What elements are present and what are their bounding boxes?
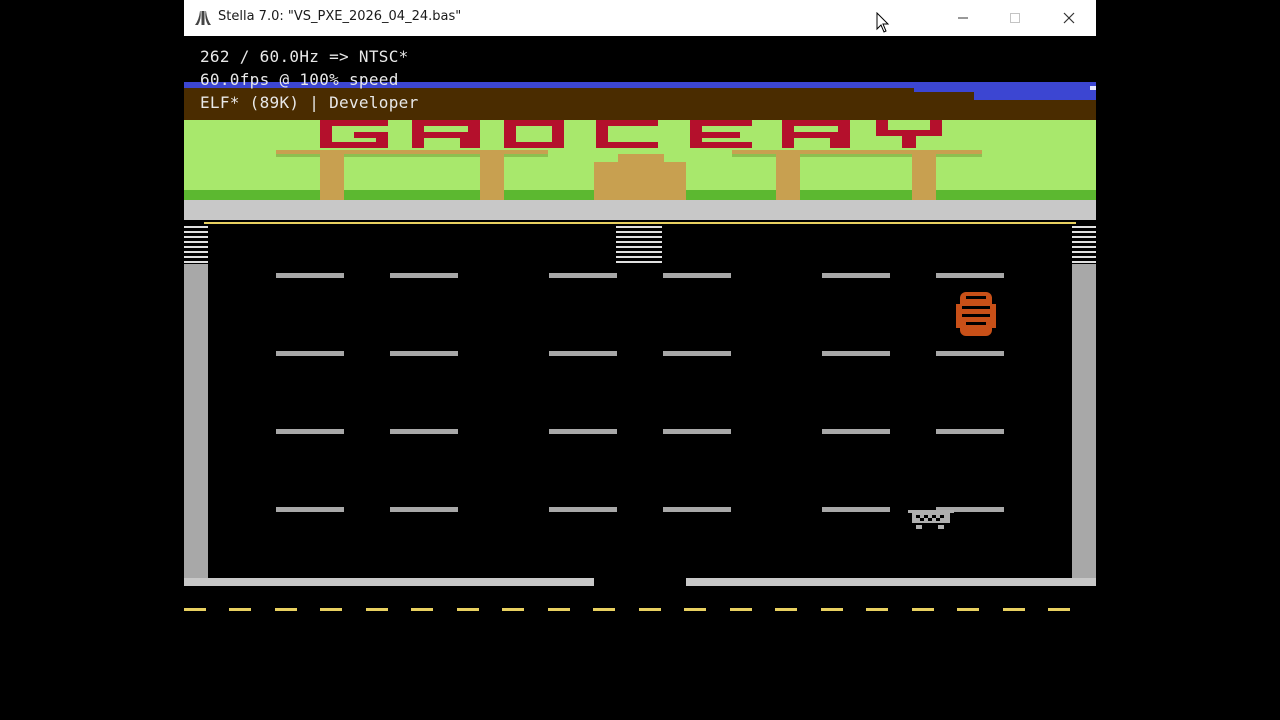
shelf	[549, 351, 617, 356]
shelf	[390, 273, 458, 278]
maximize-icon	[1010, 13, 1020, 23]
road-dash	[275, 608, 297, 611]
shelf	[276, 351, 344, 356]
minimize-icon	[958, 17, 968, 19]
road-dash	[912, 608, 934, 611]
osd-line-cart-info: ELF* (89K) | Developer	[200, 93, 419, 112]
shelf	[390, 429, 458, 434]
road-dash	[730, 608, 752, 611]
shelf	[276, 273, 344, 278]
player-sprite	[956, 292, 996, 336]
left-entry-stripes	[184, 226, 208, 264]
right-entry-stripes	[1072, 226, 1096, 264]
road-dash	[457, 608, 479, 611]
game-screen[interactable]: 262 / 60.0Hz => NTSC* 60.0fps @ 100% spe…	[184, 36, 1096, 720]
road-dash	[957, 608, 979, 611]
grocery-sign	[320, 118, 960, 150]
left-wall	[184, 264, 208, 578]
pillar	[776, 154, 800, 200]
road-dash	[684, 608, 706, 611]
store-door	[594, 162, 686, 200]
shelf	[663, 429, 731, 434]
road-dash	[639, 608, 661, 611]
sidewalk	[184, 200, 1096, 220]
shelf	[390, 507, 458, 512]
shelf	[822, 429, 890, 434]
shelf	[663, 273, 731, 278]
pillar	[912, 154, 936, 200]
store-threshold	[204, 222, 1076, 224]
road-dash	[866, 608, 888, 611]
shopping-cart	[908, 510, 954, 530]
road-dash	[366, 608, 388, 611]
shelf	[936, 429, 1004, 434]
shelf	[549, 507, 617, 512]
sign-beam-right-shadow	[732, 154, 982, 157]
right-wall	[1072, 264, 1096, 578]
title-bar[interactable]: Stella 7.0: "VS_PXE_2026_04_24.bas"	[184, 0, 1096, 37]
osd-line-speed: 60.0fps @ 100% speed	[200, 70, 399, 89]
grocery-sign-art	[320, 120, 942, 148]
player-shopper	[952, 290, 1000, 338]
shelf	[276, 429, 344, 434]
road-dash	[548, 608, 570, 611]
pillar	[480, 154, 504, 200]
shelf	[936, 351, 1004, 356]
door-top	[618, 154, 664, 162]
road-dash	[184, 608, 206, 611]
stella-window: Stella 7.0: "VS_PXE_2026_04_24.bas" 262 …	[184, 0, 1096, 720]
road-dash	[502, 608, 524, 611]
road-dash	[593, 608, 615, 611]
road-dash	[320, 608, 342, 611]
roof-slope	[914, 92, 974, 100]
close-button[interactable]	[1046, 0, 1092, 36]
road-dash	[821, 608, 843, 611]
roof-highlight	[1090, 86, 1096, 90]
osd-line-frame-rate: 262 / 60.0Hz => NTSC*	[200, 47, 409, 66]
pillar	[320, 154, 344, 200]
shelf	[549, 429, 617, 434]
road-dash	[775, 608, 797, 611]
bottom-wall-right	[686, 578, 1096, 586]
bottom-wall-left	[184, 578, 594, 586]
window-title: Stella 7.0: "VS_PXE_2026_04_24.bas"	[218, 9, 462, 24]
shelf	[936, 273, 1004, 278]
road-dash	[1003, 608, 1025, 611]
minimize-button[interactable]	[940, 0, 986, 36]
close-icon	[1063, 12, 1075, 24]
sign-beam-left-shadow	[276, 154, 548, 157]
shelf	[390, 351, 458, 356]
shelf	[822, 351, 890, 356]
checkout-stripes	[616, 226, 662, 266]
shelf	[663, 351, 731, 356]
road-dash	[229, 608, 251, 611]
shelf	[663, 507, 731, 512]
shelf	[822, 507, 890, 512]
road-dash	[1048, 608, 1070, 611]
shelf	[549, 273, 617, 278]
mouse-cursor-icon	[876, 12, 890, 33]
shelf	[822, 273, 890, 278]
shopping-cart-sprite	[908, 510, 954, 529]
shelf	[276, 507, 344, 512]
road-dash	[411, 608, 433, 611]
maximize-button[interactable]	[992, 0, 1038, 36]
atari-fuji-icon	[195, 11, 211, 25]
